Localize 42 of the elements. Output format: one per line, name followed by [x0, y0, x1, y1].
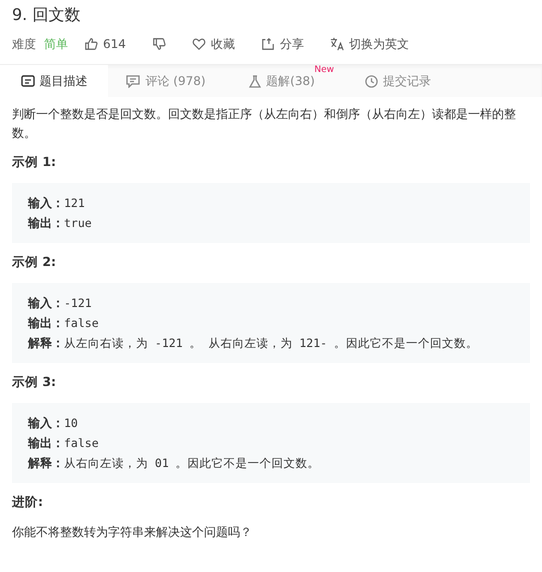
example-label: 解释： [28, 335, 64, 352]
share-button[interactable]: 分享 [260, 36, 304, 52]
example-label: 输入： [28, 415, 64, 432]
clock-icon [365, 74, 378, 88]
example-heading: 示例 2: [12, 254, 58, 271]
advanced-heading: 进阶: [12, 494, 44, 511]
tab[interactable]: 题目描述 [0, 65, 108, 97]
advanced-question: 你能不将整数转为字符串来解决这个问题吗？ [12, 524, 253, 541]
example-heading: 示例 3: [12, 374, 58, 391]
flask-icon [249, 74, 262, 88]
description-icon [20, 75, 34, 87]
example-label: 输入： [28, 195, 64, 212]
like-button[interactable]: 614 [84, 37, 126, 51]
example-value: true [64, 215, 92, 232]
example-value: false [64, 315, 99, 332]
problem-description: 判断一个整数是否是回文数。回文数是指正序（从左向右）和倒序（从右向左）读都是一样的整数。 [12, 106, 517, 142]
example-value: 从右向左读，为 01 。因此它不是一个回文数。 [64, 455, 320, 472]
example-value: false [64, 435, 99, 452]
translate-icon [330, 37, 344, 51]
difficulty-label: 难度 [12, 36, 36, 52]
example-label: 输入： [28, 295, 64, 312]
example-heading: 示例 1: [12, 154, 58, 171]
favorite-button[interactable]: 收藏 [192, 36, 235, 52]
thumbs-up-icon [84, 37, 98, 51]
heart-icon [192, 37, 206, 51]
tab[interactable]: 题解(38) New [224, 65, 340, 97]
example-value: 10 [64, 415, 78, 432]
example-label: 解释： [28, 455, 64, 472]
problem-title: 9. 回文数 [11, 4, 82, 26]
share-icon [260, 37, 275, 51]
comment-icon [126, 74, 140, 88]
difficulty-level: 简单 [44, 36, 68, 52]
thumbs-down-icon [152, 37, 166, 51]
example-label: 输出： [28, 435, 64, 452]
example-label: 输出： [28, 215, 64, 232]
example-label: 输出： [28, 315, 64, 332]
example-value: 121 [64, 195, 85, 212]
new-label: New [314, 65, 334, 75]
translate-button[interactable]: 切换为英文 [330, 36, 409, 52]
example-value: 从左向右读，为 -121 。 从右向左读，为 121- 。因此它不是一个回文数。 [64, 335, 478, 352]
dislike-button[interactable] [152, 37, 166, 51]
example-value: -121 [64, 295, 92, 312]
